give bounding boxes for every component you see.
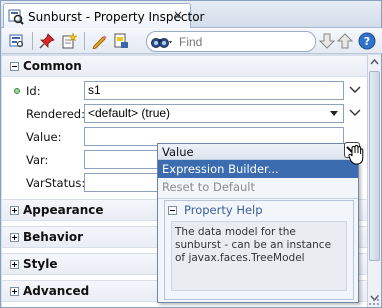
property-inspector-window: Sunburst - Property Inspector × Find ? C…	[0, 0, 382, 308]
tab-property-inspector[interactable]: Sunburst - Property Inspector ×	[3, 3, 204, 29]
tab-strip: Sunburst - Property Inspector ×	[1, 1, 381, 29]
edit-pencil-icon[interactable]	[90, 32, 108, 50]
scrollbar-thumb[interactable]	[369, 71, 380, 261]
expand-icon[interactable]	[10, 205, 19, 215]
svg-text:?: ?	[364, 35, 370, 48]
property-label-value: Value:	[26, 130, 62, 144]
varstatus-field[interactable]	[84, 173, 158, 192]
property-help-title: Property Help	[184, 203, 263, 217]
resize-grip-icon[interactable]	[367, 293, 381, 307]
binding-icon[interactable]	[112, 32, 130, 50]
property-help-text: The data model for the sunburst - can be…	[171, 221, 347, 291]
help-icon[interactable]: ?	[358, 32, 376, 50]
section-advanced-label: Advanced	[23, 284, 90, 298]
inspector-icon	[8, 9, 24, 25]
binoculars-icon[interactable]	[151, 35, 173, 49]
section-common[interactable]: Common	[2, 55, 367, 77]
property-label-varstatus: VarStatus:	[26, 176, 86, 190]
toolbar-separator	[32, 31, 33, 50]
menu-item-expression-builder[interactable]: Expression Builder...	[158, 160, 358, 178]
new-page-icon[interactable]	[60, 32, 78, 50]
section-appearance-label: Appearance	[23, 203, 104, 217]
menu-separator	[158, 198, 358, 199]
property-help-header[interactable]: Property Help	[165, 201, 353, 219]
var-field[interactable]	[84, 150, 158, 169]
arrow-down-icon[interactable]	[318, 32, 336, 50]
popup-header: Value	[158, 144, 358, 160]
toolbar-separator	[84, 31, 85, 50]
property-row-id: Id: s1	[2, 80, 367, 103]
property-row-rendered: Rendered: <default> (true)	[2, 103, 367, 126]
dropdown-arrow-icon[interactable]	[330, 111, 338, 116]
mouse-cursor-icon	[348, 144, 366, 166]
search-field[interactable]	[146, 31, 316, 52]
required-icon	[14, 88, 20, 94]
search-input[interactable]	[179, 34, 279, 49]
rendered-select-value: <default> (true)	[88, 106, 171, 120]
section-behavior-label: Behavior	[23, 230, 84, 244]
collapse-icon[interactable]	[168, 205, 177, 215]
chevron-down-icon[interactable]	[349, 108, 361, 118]
toolbar: ?	[2, 28, 382, 54]
inspector-icon[interactable]	[8, 32, 26, 50]
arrow-up-icon[interactable]	[336, 32, 354, 50]
search-navigation	[318, 32, 354, 50]
rendered-select[interactable]: <default> (true)	[84, 104, 344, 123]
property-label-id: Id:	[26, 84, 41, 98]
section-common-label: Common	[23, 59, 82, 73]
section-style-label: Style	[23, 257, 58, 271]
expand-icon[interactable]	[10, 232, 19, 242]
property-help-panel: Property Help The data model for the sun…	[164, 200, 354, 300]
property-menu-popup: Value Expression Builder... Reset to Def…	[157, 143, 359, 303]
scroll-up-icon[interactable]	[368, 55, 381, 69]
property-label-var: Var:	[26, 153, 49, 167]
vertical-scrollbar[interactable]	[367, 55, 381, 307]
collapse-icon[interactable]	[10, 61, 19, 71]
chevron-down-icon[interactable]	[349, 85, 361, 95]
pin-icon[interactable]	[38, 32, 56, 50]
id-field[interactable]: s1	[84, 81, 344, 100]
property-label-rendered: Rendered:	[26, 107, 85, 121]
expand-icon[interactable]	[10, 259, 19, 269]
menu-item-reset-to-default: Reset to Default	[162, 180, 255, 194]
close-icon[interactable]: ×	[170, 7, 186, 23]
expand-icon[interactable]	[10, 286, 19, 296]
